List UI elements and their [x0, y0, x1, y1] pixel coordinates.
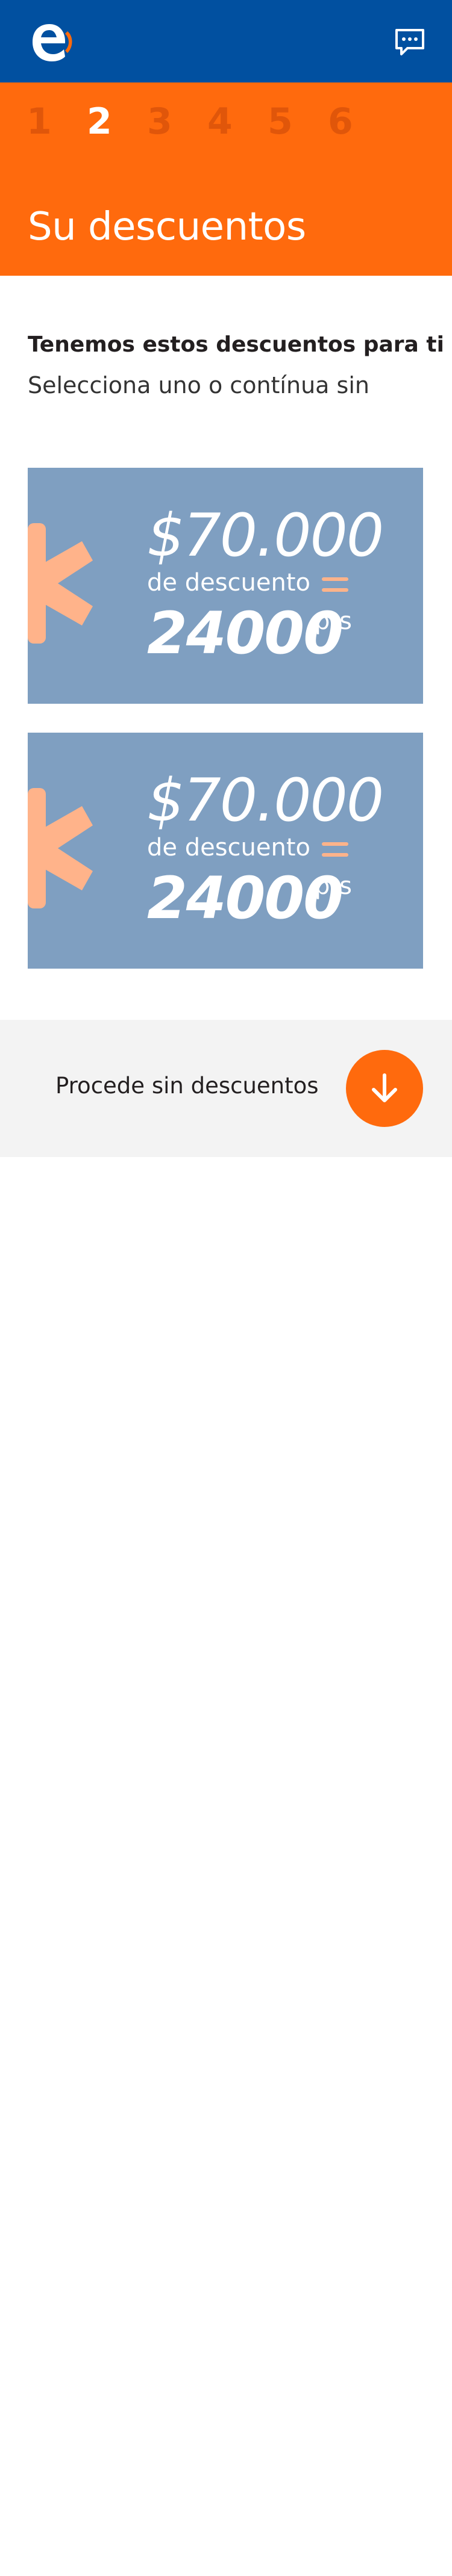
step-6: 6 [328, 101, 353, 143]
step-1: 1 [27, 101, 52, 143]
progress-band: 1 2 3 4 5 6 Su descuentos [0, 82, 452, 276]
page-title: Su descuentos [28, 204, 306, 249]
step-5: 5 [268, 101, 293, 143]
step-4: 4 [207, 101, 233, 143]
discount-amount: $70.000 [147, 501, 384, 570]
discount-amount: $70.000 [147, 766, 384, 835]
chat-bubble-icon [395, 29, 424, 55]
discount-description: de descuento [147, 569, 311, 597]
step-indicator: 1 2 3 4 5 6 [27, 101, 388, 143]
step-2-current: 2 [87, 101, 112, 143]
chat-button[interactable] [394, 28, 425, 57]
asterisk-icon [28, 788, 93, 908]
points-value: 24000 [147, 600, 344, 667]
entel-logo[interactable] [28, 20, 76, 63]
step-3: 3 [147, 101, 172, 143]
intro-subtitle: Selecciona uno o contínua sin [28, 372, 369, 399]
points-value: 24000 [147, 864, 344, 932]
proceed-button[interactable] [346, 1050, 423, 1127]
equals-icon [322, 842, 348, 859]
intro-title: Tenemos estos descuentos para ti [28, 332, 444, 357]
discount-card[interactable]: $70.000 de descuento 24000 pts [28, 468, 423, 704]
asterisk-icon [28, 523, 93, 644]
app-header [0, 0, 452, 82]
arrow-down-icon [372, 1073, 397, 1102]
discount-description: de descuento [147, 834, 311, 861]
proceed-without-discount-section: Procede sin descuentos [0, 1020, 452, 1157]
points-unit: pts [315, 607, 352, 635]
proceed-without-discount-label: Procede sin descuentos [55, 1073, 319, 1099]
discount-card[interactable]: $70.000 de descuento 24000 pts [28, 733, 423, 969]
equals-icon [322, 577, 348, 594]
points-unit: pts [315, 872, 352, 900]
